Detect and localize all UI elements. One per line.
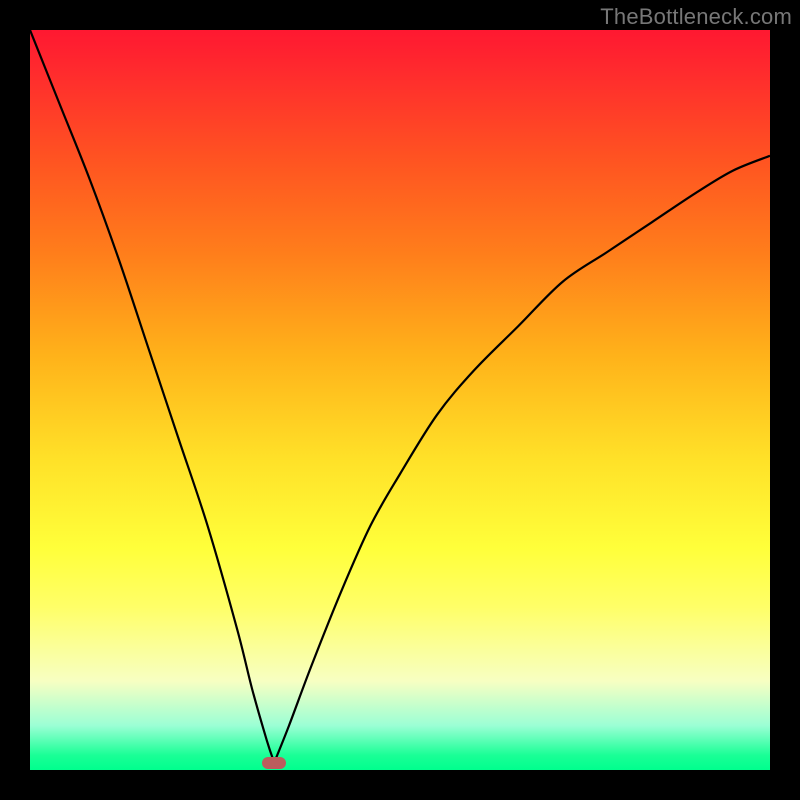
- plot-area: [30, 30, 770, 770]
- curve-right-branch: [274, 156, 770, 763]
- bottleneck-curve: [30, 30, 770, 770]
- chart-frame: TheBottleneck.com: [0, 0, 800, 800]
- watermark-text: TheBottleneck.com: [600, 4, 792, 30]
- optimal-point-marker: [262, 757, 286, 769]
- curve-left-branch: [30, 30, 274, 763]
